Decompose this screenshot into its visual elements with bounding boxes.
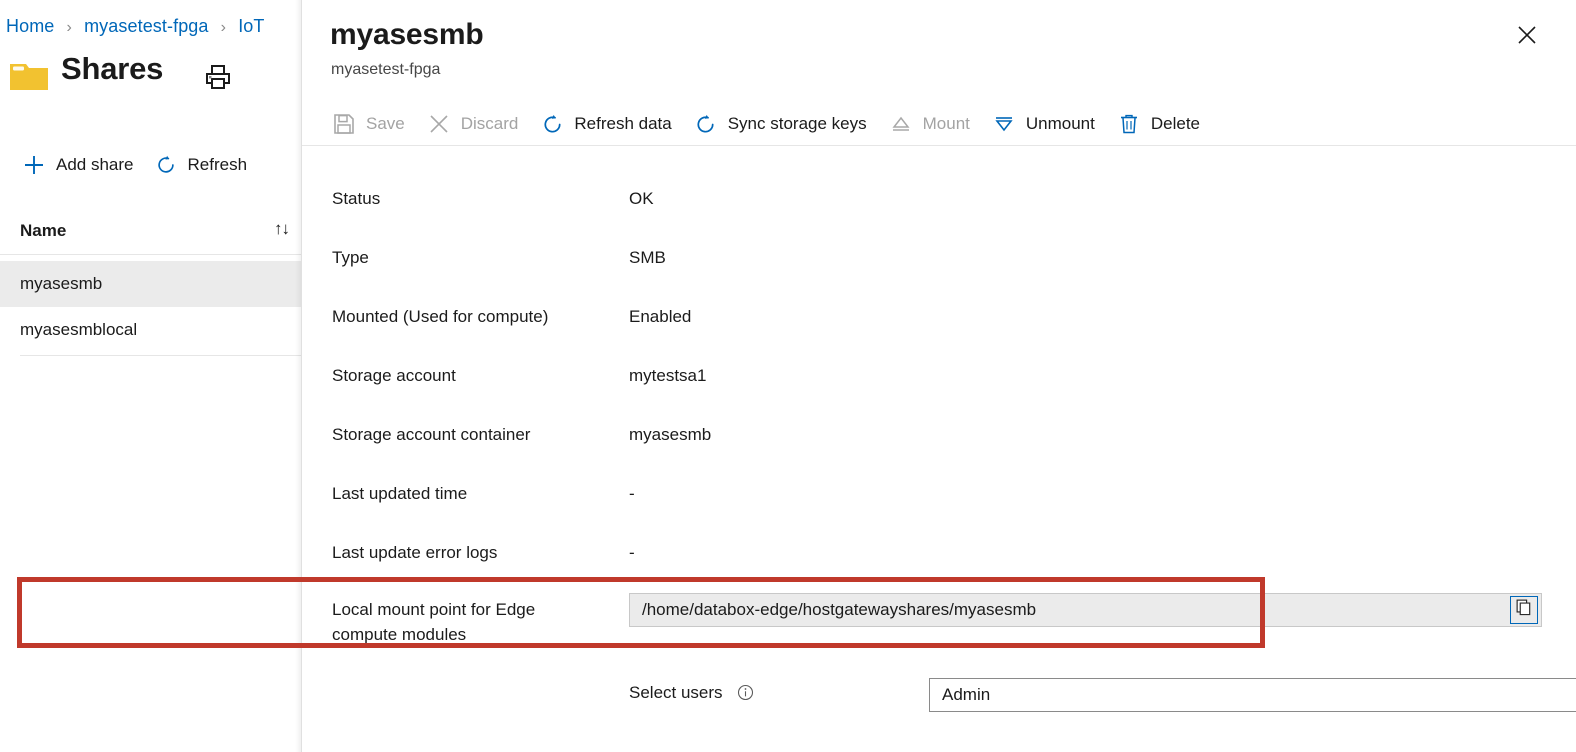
panel-subtitle: myasetest-fpga <box>331 61 441 78</box>
property-value: OK <box>629 189 654 208</box>
list-divider <box>20 355 301 356</box>
property-value: myasesmb <box>629 425 712 444</box>
property-value: Enabled <box>629 307 692 326</box>
panel-title: myasesmb <box>330 18 484 51</box>
save-button[interactable]: Save <box>331 108 405 140</box>
unmount-label: Unmount <box>1025 114 1095 133</box>
copy-to-clipboard-button[interactable] <box>1510 596 1538 624</box>
copy-icon <box>1516 599 1533 621</box>
page-title-row: Shares <box>0 51 301 106</box>
discard-icon <box>426 111 452 137</box>
breadcrumb-item-home[interactable]: Home <box>6 16 54 36</box>
sync-storage-keys-button[interactable]: Sync storage keys <box>693 108 867 140</box>
local-mount-point-value: /home/databox-edge/hostgatewayshares/mya… <box>642 600 1037 619</box>
property-label: Type <box>332 248 369 267</box>
page-title: Shares <box>61 51 164 86</box>
save-icon <box>331 111 357 137</box>
mount-button[interactable]: Mount <box>888 108 970 140</box>
shares-list-header: Name ↑↓ <box>0 212 301 255</box>
refresh-data-label: Refresh data <box>574 114 672 133</box>
close-icon <box>1516 24 1538 51</box>
breadcrumb-item-resource[interactable]: myasetest-fpga <box>84 16 208 36</box>
folder-icon <box>9 60 49 92</box>
list-item[interactable]: myasesmblocal <box>0 307 301 353</box>
breadcrumb-separator-icon: › <box>66 19 72 36</box>
refresh-icon <box>152 151 180 179</box>
property-label: Storage account container <box>332 425 531 444</box>
mount-icon <box>888 111 914 137</box>
refresh-button[interactable]: Refresh <box>148 148 252 182</box>
panel-command-bar: Save Discard Refresh data Sync storage k… <box>302 103 1576 146</box>
trash-icon <box>1116 111 1142 137</box>
property-label: Last updated time <box>332 484 468 503</box>
select-users-dropdown[interactable]: Admin <box>929 678 1576 712</box>
discard-button[interactable]: Discard <box>426 108 519 140</box>
delete-label: Delete <box>1150 114 1200 133</box>
local-mount-point-label-line1: Local mount point for Edge <box>332 600 536 619</box>
sort-icon[interactable]: ↑↓ <box>274 219 290 239</box>
breadcrumb-item-iot[interactable]: IoT <box>238 16 264 36</box>
delete-button[interactable]: Delete <box>1116 108 1200 140</box>
plus-icon <box>20 151 48 179</box>
add-share-label: Add share <box>56 155 134 174</box>
property-label: Last update error logs <box>332 543 498 562</box>
local-mount-point-label: Local mount point for Edge compute modul… <box>332 597 602 647</box>
info-icon[interactable] <box>736 684 754 702</box>
mount-label: Mount <box>922 114 970 133</box>
property-value: SMB <box>629 248 666 267</box>
discard-label: Discard <box>460 114 519 133</box>
add-share-button[interactable]: Add share <box>16 148 138 182</box>
screen-root: Home › myasetest-fpga › IoT Shares Add s… <box>0 0 1576 752</box>
local-mount-point-field[interactable]: /home/databox-edge/hostgatewayshares/mya… <box>629 593 1542 627</box>
shares-command-bar: Add share Refresh <box>0 143 301 187</box>
property-value: - <box>629 484 635 503</box>
select-users-label: Select users <box>629 683 723 702</box>
list-item[interactable]: myasesmb <box>0 261 301 307</box>
share-detail-panel: myasesmb myasetest-fpga Save Discard Ref… <box>301 0 1576 752</box>
shares-blade: Home › myasetest-fpga › IoT Shares Add s… <box>0 0 301 752</box>
property-value: mytestsa1 <box>629 366 707 385</box>
select-users-value: Admin <box>942 685 991 704</box>
list-item-label: myasesmb <box>20 274 103 293</box>
unmount-button[interactable]: Unmount <box>991 108 1095 140</box>
column-header-name[interactable]: Name <box>20 221 66 241</box>
property-label: Storage account <box>332 366 456 385</box>
refresh-icon <box>539 111 565 137</box>
property-label: Mounted (Used for compute) <box>332 307 549 326</box>
unmount-icon <box>991 111 1017 137</box>
refresh-data-button[interactable]: Refresh data <box>539 108 672 140</box>
property-value: - <box>629 543 635 562</box>
sync-storage-keys-label: Sync storage keys <box>727 114 867 133</box>
close-button[interactable] <box>1510 20 1544 54</box>
breadcrumb-separator-icon: › <box>220 19 227 36</box>
save-label: Save <box>366 114 405 133</box>
print-icon[interactable] <box>203 63 233 91</box>
property-label: Status <box>332 189 381 208</box>
refresh-label: Refresh <box>187 155 248 174</box>
local-mount-point-label-line2: compute modules <box>332 625 467 644</box>
breadcrumb: Home › myasetest-fpga › IoT <box>6 16 265 37</box>
select-users-label-wrap: Select users <box>629 683 754 703</box>
sync-icon <box>693 111 719 137</box>
list-item-label: myasesmblocal <box>20 320 138 339</box>
